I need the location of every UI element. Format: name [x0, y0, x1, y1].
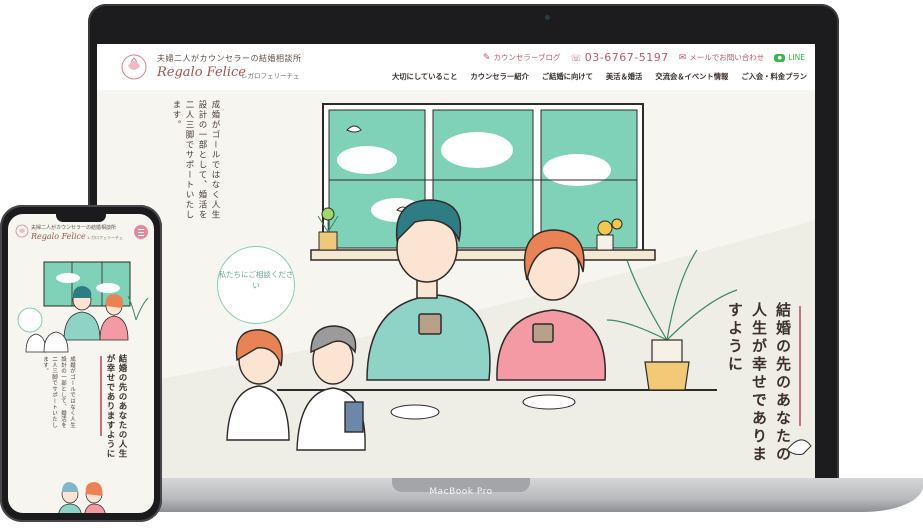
nav-item-plans[interactable]: ご入会・料金プラン — [741, 72, 807, 82]
mail-link[interactable]: ✉ メールでお問い合わせ — [679, 52, 765, 63]
phone-mockup: 夫婦二人がカウンセラーの結婚相談所 Regalo Felice レガロフェリーチ… — [0, 205, 162, 522]
nav-item-philosophy[interactable]: 大切にしていること — [392, 72, 457, 82]
blog-link[interactable]: ✎ カウンセラーブログ — [483, 52, 561, 63]
mobile-hero-illustration — [17, 261, 149, 353]
site-header: 夫婦二人がカウンセラーの結婚相談所 Regalo Felice レガロフェリーチ… — [97, 44, 815, 90]
phone-icon: ☏ — [570, 54, 582, 64]
desktop-screen: 夫婦二人がカウンセラーの結婚相談所 Regalo Felice レガロフェリーチ… — [97, 44, 815, 478]
catchcopy-accent-bar — [799, 306, 801, 426]
top-links: ✎ カウンセラーブログ ☏ 03-6767-5197 ✉ メールでお問い合わせ ● LI… — [483, 51, 805, 64]
pencil-icon: ✎ — [482, 53, 491, 63]
mobile-screen: 夫婦二人がカウンセラーの結婚相談所 Regalo Felice レガロフェリーチ… — [8, 214, 154, 513]
main-nav: 大切にしていること カウンセラー紹介 ご結婚に向けて 美活＆婚活 交流会＆イベン… — [392, 72, 807, 82]
mobile-brand-logo[interactable]: Regalo Felice — [31, 232, 86, 241]
mobile-logo-emblem-icon[interactable] — [15, 224, 29, 238]
hero-intro-text: 成婚がゴールではなく人生設計の一部として、婚活を二人三脚でサポートいたします。 — [171, 100, 220, 220]
mobile-catchcopy-accent-bar — [100, 356, 102, 436]
tagline: 夫婦二人がカウンセラーの結婚相談所 — [157, 54, 302, 63]
brand-kana: レガロフェリーチェ — [241, 72, 300, 80]
nav-item-counselors[interactable]: カウンセラー紹介 — [470, 72, 528, 82]
mobile-intro-text: 成婚がゴールではなく人生設計の一部として、婚活を二人三脚でサポートいたします。 — [42, 356, 75, 428]
consult-bubble[interactable]: 私たちにご相談ください — [217, 246, 295, 324]
hero-catchcopy: 結婚の先のあなたの人生が幸せでありますように — [726, 302, 792, 464]
laptop-model-label: MacBook Pro — [429, 487, 493, 497]
hamburger-menu-icon[interactable] — [134, 225, 148, 239]
nav-item-marriage[interactable]: ご結婚に向けて — [542, 72, 593, 82]
nav-item-beauty[interactable]: 美活＆婚活 — [606, 72, 642, 82]
mobile-counselor-illustration — [58, 482, 106, 513]
line-link[interactable]: ● LINE — [774, 53, 805, 62]
nav-item-events[interactable]: 交流会＆イベント情報 — [655, 72, 728, 82]
line-icon: ● — [774, 54, 786, 62]
mobile-brand-kana: レガロフェリーチェ — [87, 235, 123, 240]
camera — [545, 15, 550, 20]
phone-notch — [56, 214, 106, 222]
logo-emblem-icon[interactable] — [119, 52, 149, 82]
phone-link[interactable]: ☏ 03-6767-5197 — [571, 51, 669, 64]
mobile-tagline: 夫婦二人がカウンセラーの結婚相談所 — [31, 225, 117, 231]
mobile-catchcopy: 結婚の先のあなたの人生が幸せでありますように — [105, 354, 127, 459]
brand-logo[interactable]: Regalo Felice — [157, 65, 246, 80]
mail-icon: ✉ — [678, 53, 687, 63]
